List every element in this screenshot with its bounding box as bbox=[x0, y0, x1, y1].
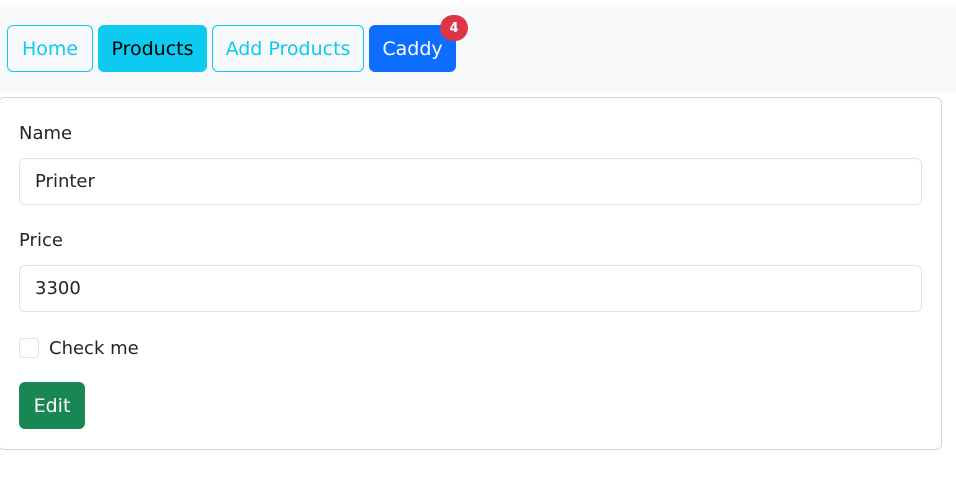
navbar: Home Products Add Products Caddy 4 bbox=[0, 5, 956, 92]
caddy-count-badge: 4 bbox=[440, 15, 468, 41]
price-label: Price bbox=[19, 230, 63, 251]
name-input[interactable] bbox=[19, 158, 922, 205]
edit-button[interactable]: Edit bbox=[19, 382, 85, 429]
caddy-label: Caddy bbox=[382, 37, 443, 60]
check-me-label: Check me bbox=[49, 337, 139, 359]
nav-caddy-button[interactable]: Caddy 4 bbox=[369, 15, 468, 72]
price-input[interactable] bbox=[19, 265, 922, 312]
check-me-row: Check me bbox=[19, 337, 139, 359]
check-me-checkbox[interactable] bbox=[19, 338, 39, 358]
edit-product-card: Name Price Check me Edit bbox=[0, 97, 942, 450]
nav-add-products-button[interactable]: Add Products bbox=[212, 25, 364, 72]
nav-home-button[interactable]: Home bbox=[7, 25, 93, 72]
nav-products-button[interactable]: Products bbox=[98, 25, 207, 72]
name-label: Name bbox=[19, 123, 73, 144]
